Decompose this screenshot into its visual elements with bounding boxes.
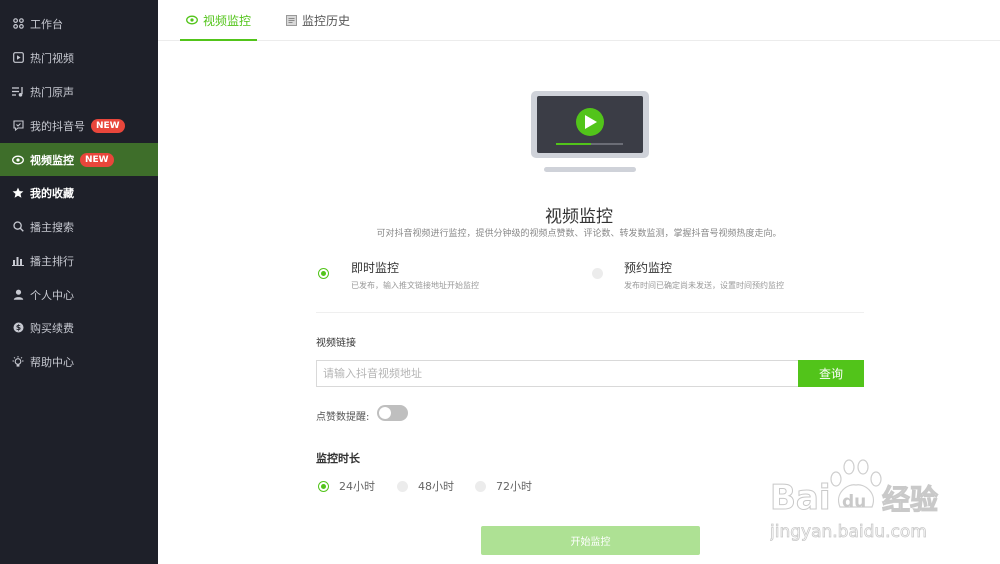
sidebar-item-label: 播主搜索	[30, 220, 74, 234]
mode-title: 预约监控	[624, 261, 673, 275]
watermark-url: jingyan.baidu.com	[770, 522, 927, 542]
sidebar-item-label: 视频监控	[30, 153, 74, 167]
sidebar-item-label: 我的抖音号	[30, 119, 85, 133]
user-icon	[12, 289, 24, 301]
watermark-brand-du: du	[842, 492, 866, 512]
sidebar-item-purchase[interactable]: $ 购买续费	[0, 311, 158, 344]
duration-option-24h[interactable]: 24小时	[318, 478, 375, 494]
video-link-label: 视频链接	[316, 338, 356, 349]
toggle-knob	[379, 407, 391, 419]
mode-option-instant[interactable]: 即时监控 已发布，输入推文链接地址开始监控	[318, 259, 479, 291]
document-icon	[286, 14, 297, 26]
sidebar-item-label: 购买续费	[30, 321, 74, 335]
mode-option-scheduled[interactable]: 预约监控 发布时间已确定尚未发送，设置时间预约监控	[592, 259, 784, 291]
svg-text:$: $	[15, 323, 20, 332]
baidu-jingyan-watermark: Bai du 经验 jingyan.baidu.com	[769, 455, 970, 549]
new-badge: NEW	[91, 118, 125, 133]
chat-icon	[12, 120, 24, 132]
sidebar-item-label: 帮助中心	[30, 355, 74, 369]
sidebar-item-streamer-ranking[interactable]: 播主排行	[0, 244, 158, 277]
new-badge: NEW	[80, 152, 114, 167]
bar-chart-icon	[12, 255, 24, 267]
bulb-icon	[12, 355, 24, 368]
watermark-cn: 经验	[882, 483, 938, 516]
sidebar-item-label: 工作台	[30, 17, 63, 31]
music-list-icon	[12, 86, 24, 98]
tab-monitor-history[interactable]: 监控历史	[286, 0, 350, 40]
sidebar-item-label: 热门视频	[30, 51, 74, 65]
duration-label: 72小时	[496, 480, 532, 493]
mode-desc: 已发布，输入推文链接地址开始监控	[351, 281, 479, 290]
video-url-input[interactable]	[316, 360, 798, 387]
duration-label: 48小时	[418, 480, 454, 493]
mode-desc: 发布时间已确定尚未发送，设置时间预约监控	[624, 281, 784, 290]
sidebar-item-video-monitor[interactable]: 视频监控 NEW	[0, 143, 158, 176]
page-title: 视频监控	[545, 207, 613, 227]
coin-icon: $	[12, 322, 24, 334]
duration-option-48h[interactable]: 48小时	[397, 478, 454, 494]
mode-title: 即时监控	[351, 261, 400, 275]
like-reminder-label: 点赞数提醒:	[316, 412, 370, 423]
sidebar-item-label: 播主排行	[30, 254, 74, 268]
monitor-duration-label: 监控时长	[316, 452, 360, 465]
sidebar-item-help[interactable]: 帮助中心	[0, 345, 158, 378]
sidebar-item-label: 热门原声	[30, 85, 74, 99]
page-subtitle: 可对抖音视频进行监控，提供分钟级的视频点赞数、评论数、转发数监测，掌握抖音号视频…	[376, 229, 782, 239]
duration-label: 24小时	[339, 480, 375, 493]
eye-icon	[186, 15, 198, 25]
play-square-icon	[12, 52, 24, 64]
tab-label: 监控历史	[302, 13, 351, 28]
sidebar-item-personal-center[interactable]: 个人中心	[0, 278, 158, 311]
grid-icon	[12, 18, 24, 30]
start-monitor-button[interactable]: 开始监控	[481, 526, 700, 555]
star-icon	[12, 187, 24, 199]
query-button[interactable]: 查询	[798, 360, 864, 387]
sidebar-item-label: 个人中心	[30, 288, 74, 302]
like-reminder-toggle[interactable]	[377, 405, 408, 421]
duration-24h-radio[interactable]	[318, 480, 329, 492]
sidebar: 工作台 热门视频 热门原声 我的抖音号 NEW 视频监控 NEW 我的收藏 播主…	[0, 0, 158, 564]
scheduled-monitor-radio[interactable]	[592, 268, 603, 279]
instant-monitor-radio[interactable]	[318, 268, 329, 279]
top-tab-bar: 视频监控 监控历史	[158, 0, 1000, 41]
sidebar-item-favorites[interactable]: 我的收藏	[0, 176, 158, 209]
sidebar-item-hot-videos[interactable]: 热门视频	[0, 41, 158, 74]
watermark-brand: Bai	[770, 478, 831, 518]
eye-icon	[12, 154, 24, 166]
duration-option-72h[interactable]: 72小时	[475, 478, 532, 494]
duration-72h-radio[interactable]	[475, 480, 486, 492]
laptop-video-illustration-icon	[530, 91, 652, 179]
tab-label: 视频监控	[203, 13, 252, 28]
divider	[316, 312, 864, 313]
sidebar-item-hot-sounds[interactable]: 热门原声	[0, 75, 158, 108]
sidebar-item-label: 我的收藏	[30, 186, 74, 200]
search-icon	[12, 221, 24, 233]
sidebar-item-my-douyin[interactable]: 我的抖音号 NEW	[0, 109, 158, 142]
duration-48h-radio[interactable]	[397, 480, 408, 492]
sidebar-item-streamer-search[interactable]: 播主搜索	[0, 210, 158, 243]
sidebar-item-workbench[interactable]: 工作台	[0, 7, 158, 40]
tab-video-monitor[interactable]: 视频监控	[180, 0, 258, 41]
